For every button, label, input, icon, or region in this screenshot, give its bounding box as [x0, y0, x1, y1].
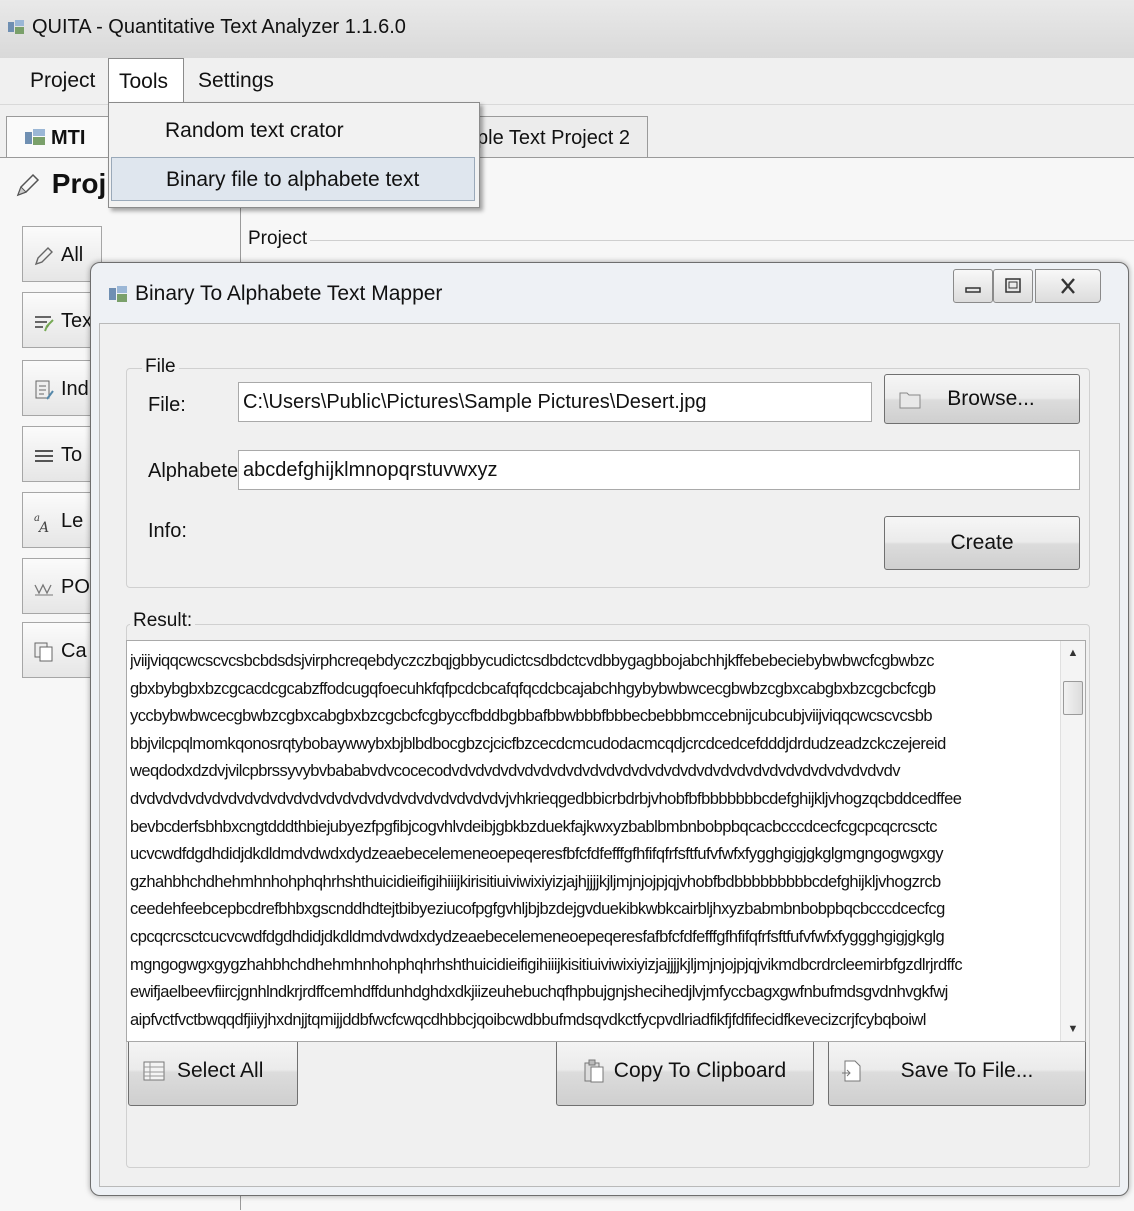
tab-sample-text-project-2-label: ple Text Project 2 — [477, 127, 631, 149]
file-group-label: File — [142, 356, 179, 378]
select-all-label: Select All — [177, 1059, 264, 1082]
result-line: aipfvctfvctbwqqdfjiiyjhxdnjjtqmijjddbfwc… — [130, 1010, 926, 1029]
file-label: File: — [148, 394, 186, 416]
list-icon — [35, 449, 53, 462]
copy-to-clipboard-button[interactable]: Copy To Clipboard — [556, 1036, 814, 1106]
tab-mti[interactable]: MTI — [6, 116, 110, 158]
sidebar-item-label: To — [61, 444, 83, 466]
close-button[interactable] — [1035, 269, 1101, 303]
pencil-icon — [16, 173, 40, 196]
result-line: dvdvdvdvdvdvdvdvdvdvdvdvdvdvdvdvdvdvdvdv… — [130, 789, 962, 808]
text-edit-icon — [35, 315, 54, 332]
tools-dropdown: Random text crator Binary file to alphab… — [108, 102, 480, 208]
clipboard-icon — [584, 1059, 604, 1083]
result-line: ewifjaelbeevfiircjgnhlndkrjrdffcemhdffdu… — [130, 983, 948, 1002]
tab-sample-text-project-2[interactable]: ple Text Project 2 — [476, 116, 648, 158]
pos-icon — [34, 583, 53, 596]
browse-button[interactable]: Browse... — [884, 374, 1080, 424]
result-textarea[interactable]: jviijviqqcwcscvcsbcbdsdsjvirphcreqebdycz… — [126, 640, 1086, 1042]
minimize-button[interactable] — [953, 269, 993, 303]
alphabet-input[interactable]: abcdefghijklmnopqrstuvwxyz — [238, 450, 1080, 490]
save-to-file-button[interactable]: Save To File... — [828, 1036, 1086, 1106]
browse-button-label: Browse... — [947, 387, 1035, 410]
tab-mti-label: MTI — [51, 127, 86, 149]
menu-item-binary-to-alphabet[interactable]: Binary file to alphabete text — [111, 157, 475, 201]
copy-documents-icon — [34, 642, 53, 662]
sidebar-item-label: PO — [61, 576, 90, 598]
result-line: gbxbybgbxbzcgcacdcgcabzffodcugqfoecuhkfq… — [130, 679, 936, 698]
minimize-icon — [965, 287, 981, 293]
close-icon — [1061, 278, 1075, 294]
result-line: bbjvilcpqlmomkqonosrqtybobaywwybxbjblbdb… — [130, 734, 946, 753]
lemma-icon: aA — [34, 513, 49, 533]
select-all-button[interactable]: Select All — [128, 1036, 298, 1106]
scroll-up-arrow-icon[interactable]: ▲ — [1061, 643, 1085, 663]
result-line: mgngogwgxgygzhahbhchdhehmhnhohphqhrhshth… — [130, 955, 963, 974]
info-label: Info: — [148, 520, 187, 542]
menu-settings[interactable]: Settings — [188, 58, 284, 104]
menu-project[interactable]: Project — [20, 58, 105, 104]
result-line: ucvcwdfdgdhdidjdkdldmdvdwdxdydzeaebecele… — [130, 845, 944, 864]
file-path-input[interactable]: C:\Users\Public\Pictures\Sample Pictures… — [238, 382, 872, 422]
project-group-line — [310, 240, 1134, 241]
result-line: cpcqcrcsctcucvcwdfdgdhdidjdkdldmdvdwdxdy… — [130, 927, 945, 946]
result-scrollbar[interactable]: ▲ ▼ — [1060, 641, 1085, 1041]
sidebar-item-label: Le — [61, 510, 84, 532]
project-heading: Proj — [14, 168, 106, 200]
folder-icon — [899, 392, 921, 409]
document-edit-icon — [35, 380, 54, 400]
result-line: yccbybwbwcecgbwbzcgbxcabgbxbzcgcbcfcgbyc… — [130, 707, 933, 726]
save-to-file-label: Save To File... — [900, 1059, 1034, 1082]
dialog-app-icon — [109, 286, 127, 302]
menu-item-random-text-creator[interactable]: Random text crator — [111, 109, 475, 153]
app-title: QUITA - Quantitative Text Analyzer 1.1.6… — [32, 16, 406, 38]
svg-text:A: A — [37, 520, 49, 533]
result-line: gzhahbhchdhehmhnhohphqhrhshthuicidieifig… — [130, 872, 941, 891]
app-icon — [8, 20, 24, 34]
copy-to-clipboard-label: Copy To Clipboard — [613, 1059, 787, 1082]
project-icon — [25, 129, 45, 145]
pencil-icon — [34, 246, 53, 265]
create-button-label: Create — [950, 531, 1014, 554]
create-button[interactable]: Create — [884, 516, 1080, 570]
result-text: jviijviqqcwcscvcsbcbdsdsjvirphcreqebdycz… — [130, 648, 1058, 1034]
maximize-icon — [1005, 278, 1021, 293]
sidebar-item-label: Ind — [61, 378, 89, 400]
window-controls — [953, 269, 1107, 309]
project-group-label: Project — [248, 228, 308, 249]
result-label: Result: — [130, 610, 196, 632]
project-heading-text: Proj — [51, 168, 107, 199]
result-line: ceedehfeebcepbcdrefbhbxgscnddhdtejtbibye… — [130, 900, 945, 919]
table-icon — [143, 1061, 165, 1081]
result-line: weqdodxdzdvjvilcpbrssyvybvbababvdvcoceco… — [130, 762, 900, 781]
sidebar-item-label: Tex — [61, 310, 93, 332]
maximize-button[interactable] — [993, 269, 1033, 303]
main-title-bar: QUITA - Quantitative Text Analyzer 1.1.6… — [0, 0, 1134, 59]
save-document-icon — [842, 1060, 861, 1082]
sidebar-item-label: All — [61, 244, 84, 266]
dialog-title: Binary To Alphabete Text Mapper — [135, 282, 443, 305]
result-line: bevbcderfsbhbxcngtdddthbiejubyezfpgfibjc… — [130, 817, 938, 836]
scroll-down-arrow-icon[interactable]: ▼ — [1061, 1019, 1085, 1039]
alphabet-label: Alphabete: — [148, 460, 244, 482]
result-line: jviijviqqcwcscvcsbcbdsdsjvirphcreqebdycz… — [130, 652, 934, 670]
scroll-thumb[interactable] — [1063, 681, 1083, 715]
menu-bar: Project Tools Settings — [0, 58, 1134, 105]
menu-tools[interactable]: Tools — [108, 58, 184, 104]
sidebar-item-label: Ca — [61, 640, 87, 662]
